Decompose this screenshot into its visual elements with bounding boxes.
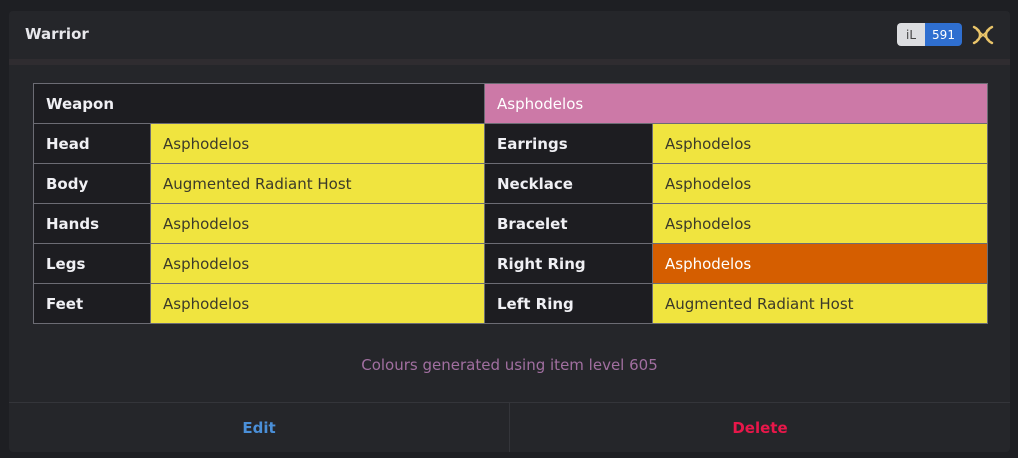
item-level-badge: iL 591 (897, 23, 962, 46)
item-weapon: Asphodelos (483, 83, 989, 124)
slot-label-weapon: Weapon (33, 83, 485, 124)
slot-label-bracelet: Bracelet (484, 203, 653, 244)
gear-row: Body Augmented Radiant Host Necklace Asp… (33, 163, 989, 204)
card-footer: Edit Delete (9, 402, 1010, 452)
colour-note: Colours generated using item level 605 (361, 356, 658, 374)
item-legs: Asphodelos (150, 243, 485, 284)
edit-button[interactable]: Edit (9, 403, 510, 452)
gear-row: Head Asphodelos Earrings Asphodelos (33, 123, 989, 164)
slot-label-body: Body (33, 163, 151, 204)
gear-row: Feet Asphodelos Left Ring Augmented Radi… (33, 283, 989, 324)
slot-label-legs: Legs (33, 243, 151, 284)
weapon-row: Weapon Asphodelos (33, 83, 989, 124)
item-necklace: Asphodelos (651, 163, 989, 204)
header-divider (9, 59, 1010, 65)
item-hands: Asphodelos (150, 203, 485, 244)
delete-button[interactable]: Delete (510, 403, 1010, 452)
item-level-label: iL (897, 23, 925, 46)
slot-label-earrings: Earrings (484, 123, 653, 164)
item-earrings: Asphodelos (651, 123, 989, 164)
warrior-job-icon (972, 25, 994, 45)
item-right-ring: Asphodelos (651, 243, 989, 284)
slot-label-right-ring: Right Ring (484, 243, 653, 284)
card-header: Warrior iL 591 (9, 11, 1010, 59)
slot-label-left-ring: Left Ring (484, 283, 653, 324)
item-level-value: 591 (925, 23, 962, 46)
slot-label-feet: Feet (33, 283, 151, 324)
slot-label-hands: Hands (33, 203, 151, 244)
item-body: Augmented Radiant Host (150, 163, 485, 204)
gear-row: Legs Asphodelos Right Ring Asphodelos (33, 243, 989, 284)
gearset-card: Warrior iL 591 Weapon Asphodelos Head As… (9, 11, 1010, 452)
slot-label-necklace: Necklace (484, 163, 653, 204)
item-feet: Asphodelos (150, 283, 485, 324)
item-bracelet: Asphodelos (651, 203, 989, 244)
job-title: Warrior (25, 25, 89, 43)
item-left-ring: Augmented Radiant Host (651, 283, 989, 324)
gear-table: Weapon Asphodelos Head Asphodelos Earrin… (33, 83, 989, 324)
gear-row: Hands Asphodelos Bracelet Asphodelos (33, 203, 989, 244)
item-head: Asphodelos (150, 123, 485, 164)
slot-label-head: Head (33, 123, 151, 164)
